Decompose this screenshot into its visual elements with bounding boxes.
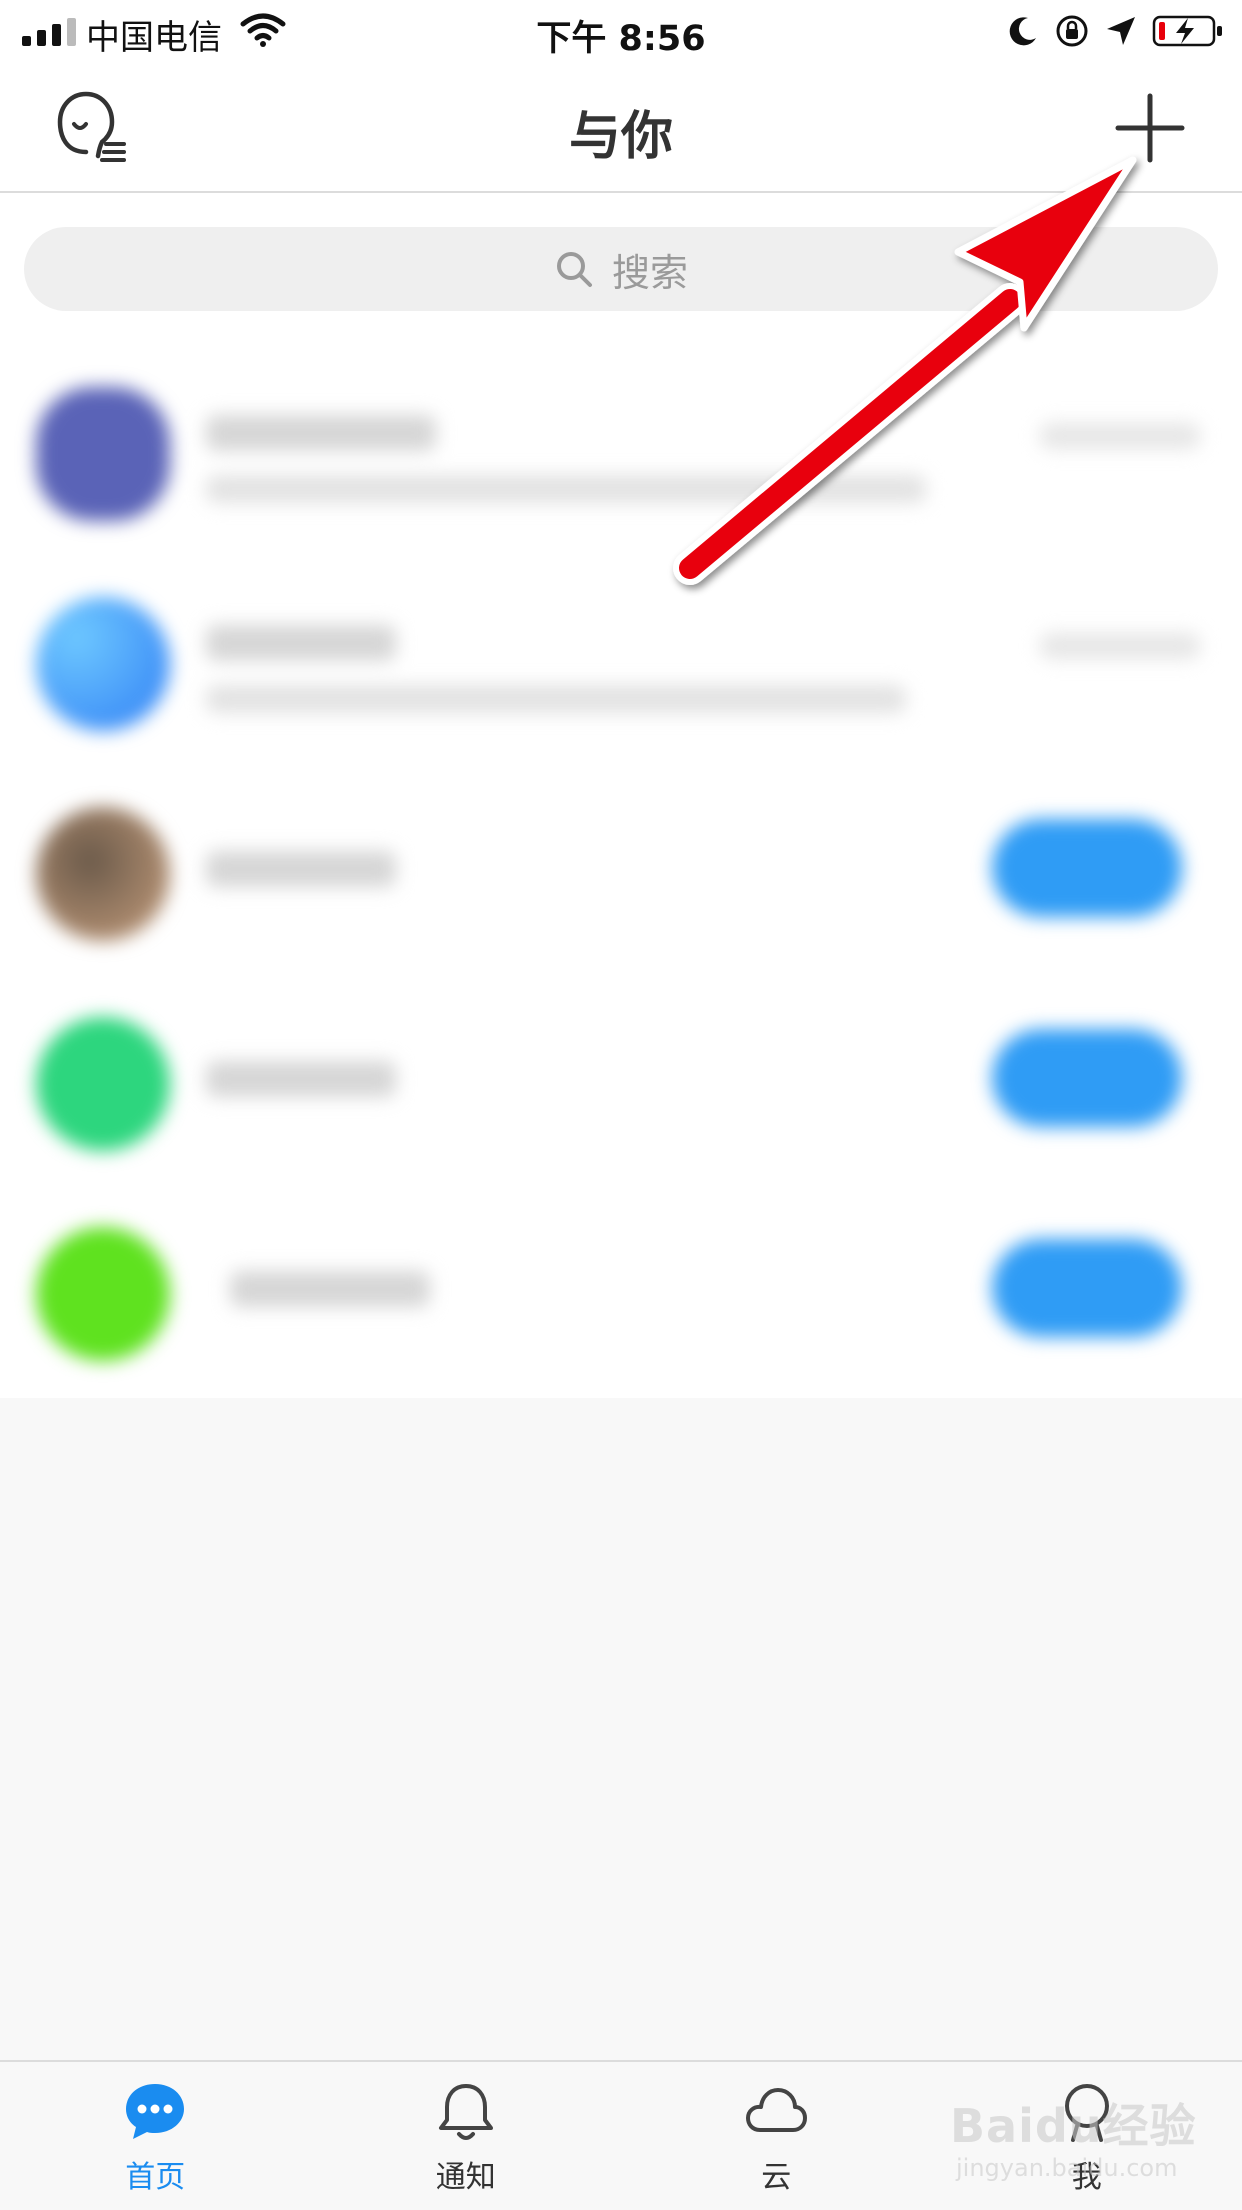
tab-label: 云 — [761, 2152, 791, 2196]
avatar — [36, 387, 170, 521]
list-item[interactable] — [0, 553, 1242, 763]
status-bar: 中国电信 下午 8:56 — [0, 0, 1242, 62]
tab-label: 首页 — [125, 2152, 185, 2196]
search-icon — [554, 249, 594, 289]
search-placeholder: 搜索 — [612, 242, 688, 297]
watermark: Baidu经验 jingyan.baidu.com — [950, 2090, 1230, 2200]
watermark-url: jingyan.baidu.com — [956, 2154, 1177, 2182]
action-button[interactable] — [992, 1239, 1182, 1337]
avatar — [36, 1227, 170, 1361]
conversation-area: 搜索 — [0, 193, 1242, 1398]
avatar — [36, 807, 170, 941]
list-item[interactable] — [0, 973, 1242, 1183]
cloud-icon — [744, 2080, 808, 2144]
item-title-redacted — [206, 625, 396, 661]
chat-bubble-icon — [123, 2080, 187, 2144]
list-item[interactable] — [0, 1183, 1242, 1393]
action-button[interactable] — [992, 819, 1182, 917]
conversation-list — [0, 343, 1242, 1393]
item-time-redacted — [1040, 633, 1200, 659]
item-title-redacted — [206, 415, 436, 451]
moon-icon — [1006, 14, 1040, 48]
tab-cloud[interactable]: 云 — [621, 2062, 932, 2210]
list-item[interactable] — [0, 763, 1242, 973]
item-preview-redacted — [206, 685, 906, 713]
tab-home[interactable]: 首页 — [0, 2062, 311, 2210]
item-title-redacted — [206, 851, 396, 887]
avatar — [36, 597, 170, 731]
avatar — [36, 1017, 170, 1151]
location-arrow-icon — [1104, 14, 1138, 48]
tab-notifications[interactable]: 通知 — [311, 2062, 622, 2210]
tab-label: 通知 — [436, 2152, 496, 2196]
bell-icon — [434, 2080, 498, 2144]
nav-bar: 与你 — [0, 62, 1242, 193]
action-button[interactable] — [992, 1029, 1182, 1127]
watermark-logo: Baidu经验 — [950, 2090, 1197, 2156]
battery-charging-icon — [1152, 13, 1224, 49]
item-title-redacted — [206, 1061, 396, 1097]
item-time-redacted — [1040, 423, 1200, 449]
item-preview-redacted — [206, 475, 926, 503]
rotation-lock-icon — [1054, 13, 1090, 49]
page-title: 与你 — [0, 94, 1242, 169]
search-bar[interactable]: 搜索 — [24, 227, 1218, 311]
item-title-redacted — [230, 1271, 430, 1307]
add-button[interactable] — [1110, 88, 1190, 168]
list-item[interactable] — [0, 343, 1242, 553]
